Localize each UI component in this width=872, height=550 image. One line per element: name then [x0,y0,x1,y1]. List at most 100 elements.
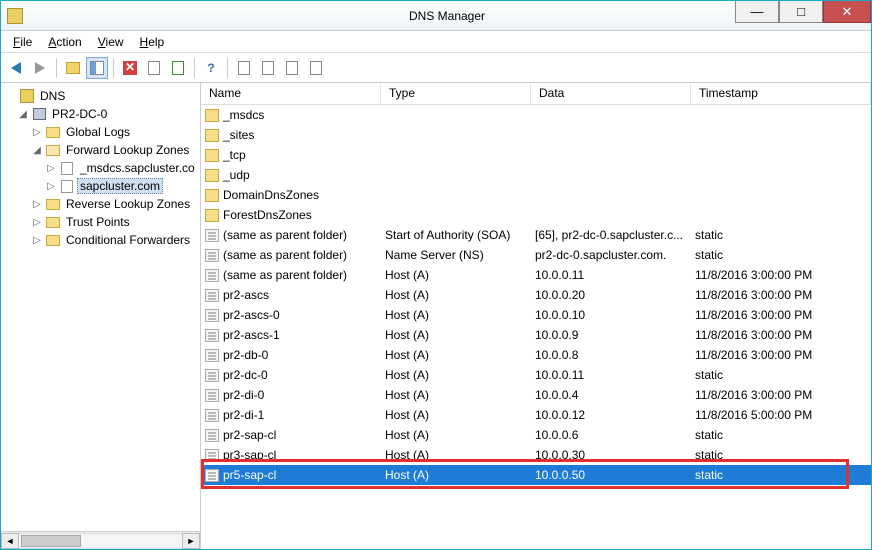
scroll-left-button[interactable]: ◄ [1,533,19,549]
menu-view[interactable]: View [92,33,130,51]
list-row[interactable]: (same as parent folder)Name Server (NS)p… [201,245,871,265]
list-row[interactable]: pr3-sap-clHost (A)10.0.0.30static [201,445,871,465]
list-row[interactable]: pr2-ascs-0Host (A)10.0.0.1011/8/2016 3:0… [201,305,871,325]
row-data: [65], pr2-dc-0.sapcluster.c... [531,228,691,242]
collapse-icon[interactable]: ◢ [31,145,43,156]
column-type[interactable]: Type [381,83,531,104]
expand-icon[interactable]: ▷ [31,127,43,138]
list-row[interactable]: _msdcs [201,105,871,125]
list-row[interactable]: _tcp [201,145,871,165]
menu-file[interactable]: File [7,33,38,51]
list-body[interactable]: _msdcs _sites _tcp _udp DomainDnsZones Forest… [201,105,871,549]
record-icon [205,309,219,322]
tree-zone-sapcluster[interactable]: ▷ sapcluster.com [3,177,198,195]
record-icon [205,409,219,422]
tree-fwd-zones[interactable]: ◢ Forward Lookup Zones [3,141,198,159]
menu-bar: File Action View Help [1,31,871,53]
row-data: 10.0.0.6 [531,428,691,442]
list-row[interactable]: _sites [201,125,871,145]
record-icon [205,389,219,402]
row-name: DomainDnsZones [223,188,319,202]
expand-icon[interactable]: ▷ [45,181,57,192]
folder-icon [205,189,219,202]
column-timestamp[interactable]: Timestamp [691,83,871,104]
expand-icon[interactable]: ▷ [31,199,43,210]
tree-global-logs[interactable]: ▷ Global Logs [3,123,198,141]
menu-help[interactable]: Help [134,33,171,51]
column-data[interactable]: Data [531,83,691,104]
record-icon [205,289,219,302]
menu-action[interactable]: Action [42,33,87,51]
row-data: 10.0.0.10 [531,308,691,322]
toolbar: ✕ ? [1,53,871,83]
tree-zone-msdcs[interactable]: ▷ _msdcs.sapcluster.co [3,159,198,177]
row-type: Host (A) [381,388,531,402]
row-timestamp: 11/8/2016 3:00:00 PM [691,348,871,362]
tree-rev-zones[interactable]: ▷ Reverse Lookup Zones [3,195,198,213]
row-timestamp: static [691,428,871,442]
list-row[interactable]: ForestDnsZones [201,205,871,225]
tool-action2[interactable] [257,57,279,79]
row-name: pr5-sap-cl [223,468,276,482]
record-icon [205,469,219,482]
help-button[interactable]: ? [200,57,222,79]
tree-root-dns[interactable]: DNS [3,87,198,105]
expand-icon[interactable]: ▷ [31,217,43,228]
list-row[interactable]: DomainDnsZones [201,185,871,205]
folder-icon [205,169,219,182]
list-row[interactable]: pr2-dc-0Host (A)10.0.0.11static [201,365,871,385]
list-row[interactable]: pr5-sap-clHost (A)10.0.0.50static [201,465,871,485]
forward-button[interactable] [29,57,51,79]
list-row[interactable]: pr2-ascsHost (A)10.0.0.2011/8/2016 3:00:… [201,285,871,305]
scroll-thumb[interactable] [21,535,81,547]
minimize-button[interactable]: — [735,1,779,23]
row-name: pr2-ascs-1 [223,328,280,342]
row-name: _msdcs [223,108,264,122]
record-icon [205,229,219,242]
window-controls: — □ ✕ [735,1,871,23]
tool-action1[interactable] [233,57,255,79]
list-row[interactable]: pr2-di-1Host (A)10.0.0.1211/8/2016 5:00:… [201,405,871,425]
record-icon [205,369,219,382]
row-timestamp: 11/8/2016 3:00:00 PM [691,308,871,322]
row-type: Name Server (NS) [381,248,531,262]
row-name: pr3-sap-cl [223,448,276,462]
row-name: _udp [223,168,250,182]
export-button[interactable] [167,57,189,79]
scroll-right-button[interactable]: ► [182,533,200,549]
row-name: pr2-di-0 [223,388,264,402]
list-row[interactable]: (same as parent folder)Start of Authorit… [201,225,871,245]
list-row[interactable]: pr2-di-0Host (A)10.0.0.411/8/2016 3:00:0… [201,385,871,405]
maximize-button[interactable]: □ [779,1,823,23]
separator [56,58,57,78]
tool-action3[interactable] [281,57,303,79]
row-data: 10.0.0.8 [531,348,691,362]
list-row[interactable]: _udp [201,165,871,185]
record-icon [205,249,219,262]
list-row[interactable]: pr2-sap-clHost (A)10.0.0.6static [201,425,871,445]
separator [194,58,195,78]
row-data: 10.0.0.30 [531,448,691,462]
properties-button[interactable] [143,57,165,79]
tool-action4[interactable] [305,57,327,79]
close-button[interactable]: ✕ [823,1,871,23]
collapse-icon[interactable]: ◢ [17,109,29,120]
up-folder-button[interactable] [62,57,84,79]
delete-button[interactable]: ✕ [119,57,141,79]
list-row[interactable]: (same as parent folder)Host (A)10.0.0.11… [201,265,871,285]
list-row[interactable]: pr2-db-0Host (A)10.0.0.811/8/2016 3:00:0… [201,345,871,365]
row-name: _tcp [223,148,246,162]
tree-server[interactable]: ◢ PR2-DC-0 [3,105,198,123]
back-button[interactable] [5,57,27,79]
tree-cond-fwd[interactable]: ▷ Conditional Forwarders [3,231,198,249]
expand-icon[interactable]: ▷ [45,163,57,174]
scroll-track[interactable] [19,533,182,549]
column-name[interactable]: Name [201,83,381,104]
expand-icon[interactable]: ▷ [31,235,43,246]
tree-trust-points[interactable]: ▷ Trust Points [3,213,198,231]
list-row[interactable]: pr2-ascs-1Host (A)10.0.0.911/8/2016 3:00… [201,325,871,345]
tree-h-scrollbar[interactable]: ◄ ► [1,531,200,549]
row-name: ForestDnsZones [223,208,312,222]
tree-view[interactable]: DNS ◢ PR2-DC-0 ▷ Global Logs ◢ Forward L… [1,83,200,531]
show-tree-button[interactable] [86,57,108,79]
